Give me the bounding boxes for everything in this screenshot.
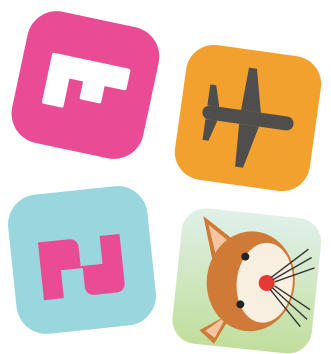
app-tile-cat[interactable] — [165, 205, 331, 354]
app-tile-z[interactable] — [0, 178, 165, 343]
app-tile-airplane[interactable] — [168, 38, 328, 198]
app-tile-f[interactable] — [0, 0, 170, 175]
z-tile-background — [8, 186, 156, 334]
